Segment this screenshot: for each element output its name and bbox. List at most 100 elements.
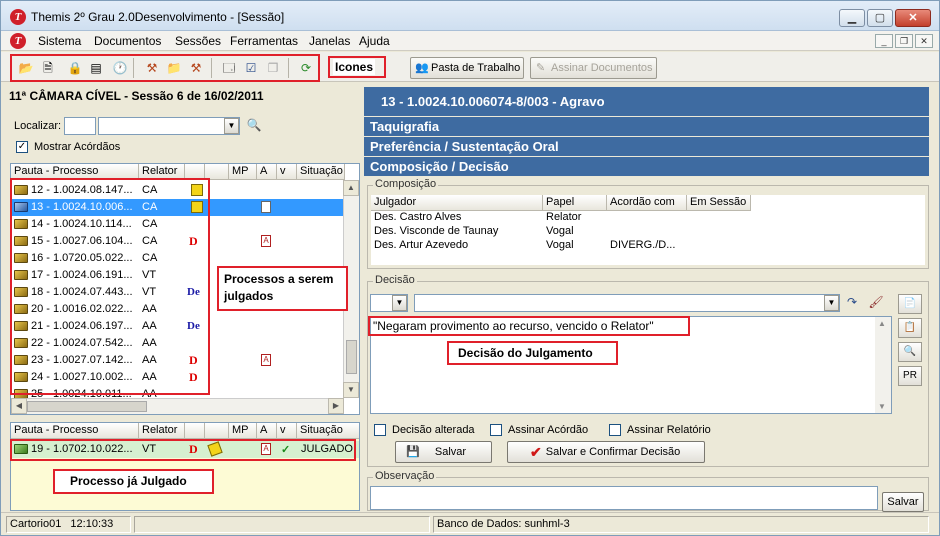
decisao-group: Decisão ▼ ▼ ↷ 🖌 "Negaram provimento ao r… bbox=[367, 274, 929, 467]
decisao-alterada-checkbox[interactable] bbox=[374, 424, 386, 436]
scroll-down-icon[interactable]: ▼ bbox=[878, 402, 886, 411]
decisao-vscroll[interactable]: ▲ ▼ bbox=[875, 317, 891, 413]
observacao-textarea[interactable] bbox=[370, 486, 878, 510]
scroll-up-icon[interactable]: ▲ bbox=[343, 180, 359, 196]
processo-header: 13 - 1.0024.10.006074-8/003 - Agravo bbox=[364, 87, 929, 116]
scroll-up-icon[interactable]: ▲ bbox=[878, 319, 886, 328]
pr-button[interactable]: PR bbox=[898, 366, 922, 386]
decisao-alterada-label: Decisão alterada bbox=[392, 424, 475, 436]
scroll-left-icon[interactable]: ◀ bbox=[11, 398, 27, 414]
scroll-down-icon[interactable]: ▼ bbox=[343, 382, 359, 398]
col-mp[interactable]: MP bbox=[229, 164, 257, 180]
decisao-type-combo[interactable]: ▼ bbox=[370, 294, 408, 312]
col-situacao[interactable]: Situação bbox=[297, 164, 345, 180]
assinar-relatorio-label: Assinar Relatório bbox=[627, 424, 711, 436]
menu-sistema[interactable]: Sistema bbox=[38, 34, 81, 48]
col-mark[interactable] bbox=[185, 423, 205, 439]
app-menu-icon[interactable]: T bbox=[10, 33, 26, 49]
col-v[interactable]: v bbox=[277, 164, 297, 180]
status-db: Banco de Dados: sunhml-3 bbox=[433, 516, 929, 533]
close-button[interactable]: ✕ bbox=[895, 9, 931, 27]
status-time: 12:10:33 bbox=[70, 518, 114, 530]
decisao-template-combo[interactable]: ▼ bbox=[414, 294, 840, 312]
col-em-sessao[interactable]: Em Sessão bbox=[687, 195, 751, 211]
processos-highlight bbox=[10, 178, 210, 395]
julgador-cell: Des. Visconde de Taunay bbox=[374, 225, 499, 237]
composicao-title: Composição bbox=[373, 178, 439, 190]
col-mp[interactable]: MP bbox=[229, 423, 257, 439]
julgador-cell: Des. Castro Alves bbox=[374, 211, 462, 223]
pauta-hscroll[interactable]: ◀ ▶ bbox=[11, 398, 344, 414]
col-papel[interactable]: Papel bbox=[543, 195, 607, 211]
minimize-button[interactable]: ▁ bbox=[839, 9, 865, 27]
band-preferencia[interactable]: Preferência / Sustentação Oral bbox=[364, 137, 929, 156]
menu-sessoes[interactable]: Sessões bbox=[175, 34, 221, 48]
search-icon[interactable]: 🔍 bbox=[246, 117, 262, 133]
assinar-relatorio-checkbox[interactable] bbox=[609, 424, 621, 436]
mdi-close-button[interactable]: ✕ bbox=[915, 34, 933, 48]
icones-annotation: Icones bbox=[333, 59, 376, 75]
menu-documentos[interactable]: Documentos bbox=[94, 34, 161, 48]
localizar-code-input[interactable] bbox=[64, 117, 96, 135]
col-a[interactable]: A bbox=[257, 423, 277, 439]
chevron-down-icon[interactable]: ▼ bbox=[392, 295, 407, 311]
col-pauta-processo[interactable]: Pauta - Processo bbox=[11, 423, 139, 439]
menu-janelas[interactable]: Janelas bbox=[309, 34, 350, 48]
session-header: 11ª CÂMARA CÍVEL - Sessão 6 de 16/02/201… bbox=[9, 89, 264, 103]
acordao-icon: A bbox=[261, 235, 271, 247]
menu-ajuda[interactable]: Ajuda bbox=[359, 34, 390, 48]
undo-icon[interactable]: ↷ bbox=[844, 294, 860, 310]
salvar-button[interactable]: 💾 Salvar bbox=[395, 441, 492, 463]
mdi-restore-button[interactable]: ❐ bbox=[895, 34, 913, 48]
pen-icon: ✎ bbox=[536, 62, 546, 74]
report-icon bbox=[261, 201, 271, 213]
zoom-button[interactable]: 🔍 bbox=[898, 342, 922, 362]
assinar-acordao-checkbox[interactable] bbox=[490, 424, 502, 436]
brush-icon[interactable]: 🖌 bbox=[868, 294, 884, 310]
composicao-row[interactable]: Des. Castro Alves Relator bbox=[371, 211, 925, 225]
scroll-right-icon[interactable]: ▶ bbox=[328, 398, 344, 414]
assinar-acordao-label: Assinar Acórdão bbox=[508, 424, 589, 436]
mdi-minimize-button[interactable]: _ bbox=[875, 34, 893, 48]
col-acordao-com[interactable]: Acordão com bbox=[607, 195, 687, 211]
salvar-confirmar-button[interactable]: ✔ Salvar e Confirmar Decisão bbox=[507, 441, 705, 463]
assinar-documentos-button[interactable]: ✎ Assinar Documentos bbox=[530, 57, 657, 79]
title-bar: T Themis 2º Grau 2.0Desenvolvimento - [S… bbox=[1, 1, 939, 31]
col-v[interactable]: v bbox=[277, 423, 297, 439]
observacao-salvar-button[interactable]: Salvar bbox=[882, 492, 924, 512]
decisao-annotation: Decisão do Julgamento bbox=[456, 345, 595, 361]
assinar-label: Assinar Documentos bbox=[551, 62, 653, 74]
composicao-grid: Julgador Papel Acordão com Em Sessão Des… bbox=[371, 195, 925, 265]
observacao-group: Observação Salvar bbox=[367, 470, 929, 512]
chevron-down-icon[interactable]: ▼ bbox=[224, 118, 239, 134]
papel-cell: Vogal bbox=[546, 225, 574, 237]
composicao-row[interactable]: Des. Artur Azevedo Vogal DIVERG./D... bbox=[371, 239, 925, 253]
decisao-title: Decisão bbox=[373, 274, 417, 286]
localizar-combo[interactable]: ▼ bbox=[98, 117, 240, 135]
maximize-button[interactable]: ▢ bbox=[867, 9, 893, 27]
checkmark-icon: ✔ bbox=[530, 444, 542, 460]
new-document-button[interactable]: 📄 bbox=[898, 294, 922, 314]
hscroll-thumb[interactable] bbox=[27, 401, 147, 412]
chevron-down-icon[interactable]: ▼ bbox=[824, 295, 839, 311]
band-taquigrafia[interactable]: Taquigrafia bbox=[364, 117, 929, 136]
col-situacao[interactable]: Situação bbox=[297, 423, 359, 439]
papel-cell: Vogal bbox=[546, 239, 574, 251]
observacao-title: Observação bbox=[373, 470, 437, 482]
mostrar-acordaos-label: Mostrar Acórdãos bbox=[34, 141, 121, 153]
col-julgador[interactable]: Julgador bbox=[371, 195, 543, 211]
menu-ferramentas[interactable]: Ferramentas bbox=[230, 34, 298, 48]
status-user: Cartorio01 bbox=[10, 518, 62, 530]
col-blank[interactable] bbox=[205, 423, 229, 439]
people-icon: 👥 bbox=[415, 62, 429, 74]
composicao-row[interactable]: Des. Visconde de Taunay Vogal bbox=[371, 225, 925, 239]
pasta-de-trabalho-button[interactable]: 👥 Pasta de Trabalho bbox=[410, 57, 524, 79]
col-a[interactable]: A bbox=[257, 164, 277, 180]
scroll-thumb[interactable] bbox=[346, 340, 357, 374]
col-relator[interactable]: Relator bbox=[139, 423, 185, 439]
paste-button[interactable]: 📋 bbox=[898, 318, 922, 338]
mostrar-acordaos-checkbox[interactable]: ✓ bbox=[16, 141, 28, 153]
julgados-grid: Pauta - Processo Relator MP A v Situação… bbox=[10, 422, 360, 511]
band-composicao-decisao[interactable]: Composição / Decisão bbox=[364, 157, 929, 176]
icones-highlight bbox=[10, 54, 320, 82]
